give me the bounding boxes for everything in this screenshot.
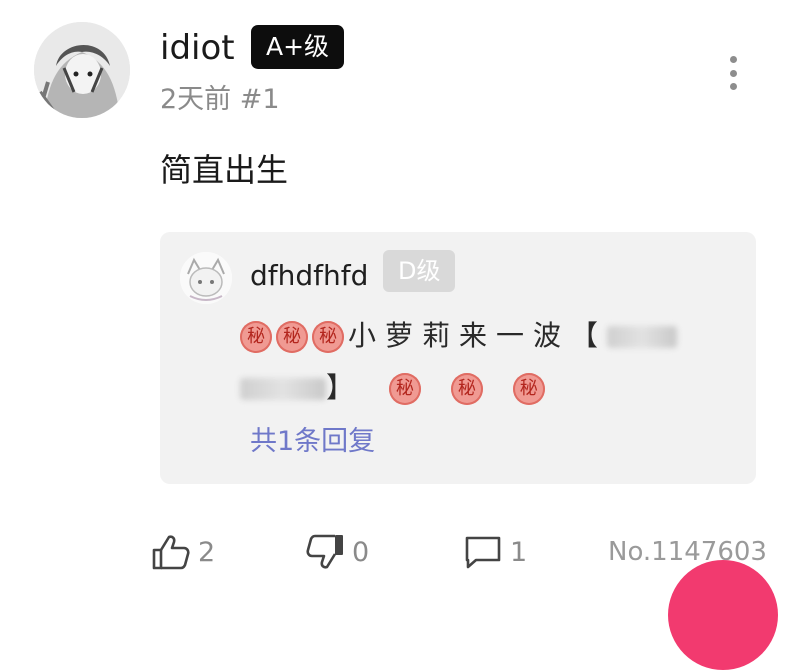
secret-emoji: 秘 [276, 321, 308, 353]
reply-text-main: 小萝莉来一波【 [348, 319, 608, 352]
secret-emoji: 秘 [450, 373, 483, 405]
secret-emoji: 秘 [388, 373, 421, 405]
comment-username[interactable]: idiot [160, 26, 235, 70]
reply-text: 秘秘秘小萝莉来一波【 】 秘 秘 秘 [240, 310, 740, 414]
like-button[interactable]: 2 [152, 532, 215, 572]
avatar-image [34, 22, 130, 118]
more-vertical-icon [729, 56, 737, 63]
more-dot [729, 69, 737, 77]
user-avatar[interactable] [34, 22, 130, 118]
comment-count: 1 [510, 536, 528, 568]
comment-icon [465, 536, 501, 569]
reply-preview[interactable]: dfhdfhfd D级 秘秘秘小萝莉来一波【 】 秘 秘 秘 共1条回复 [160, 232, 756, 484]
floating-action-button[interactable] [668, 560, 778, 670]
view-replies-link[interactable]: 共1条回复 [250, 422, 375, 462]
comment-button[interactable]: 1 [464, 532, 527, 572]
reply-username[interactable]: dfhdfhfd [250, 256, 368, 296]
comment-meta: 2天前 #1 [160, 82, 280, 118]
reply-level-badge: D级 [383, 250, 456, 292]
level-badge: A+级 [251, 25, 345, 69]
reply-avatar[interactable] [180, 252, 232, 304]
comment-floor: #1 [239, 84, 280, 115]
thumbs-up-icon [152, 535, 190, 570]
dislike-button[interactable]: 0 [306, 532, 369, 572]
reply-avatar-image [180, 252, 232, 304]
secret-emoji: 秘 [512, 373, 545, 405]
like-count: 2 [198, 536, 216, 568]
reply-text-close: 】 [326, 371, 364, 404]
secret-emoji: 秘 [312, 321, 344, 353]
comment-time: 2天前 [160, 84, 232, 115]
blurred-link [607, 326, 678, 348]
comment-text: 简直出生 [160, 151, 289, 189]
dislike-count: 0 [352, 536, 370, 568]
secret-emoji: 秘 [240, 321, 272, 353]
blurred-link [240, 378, 326, 400]
thumbs-down-icon [306, 534, 343, 569]
more-dot [729, 83, 737, 90]
more-options-button[interactable] [722, 56, 744, 90]
